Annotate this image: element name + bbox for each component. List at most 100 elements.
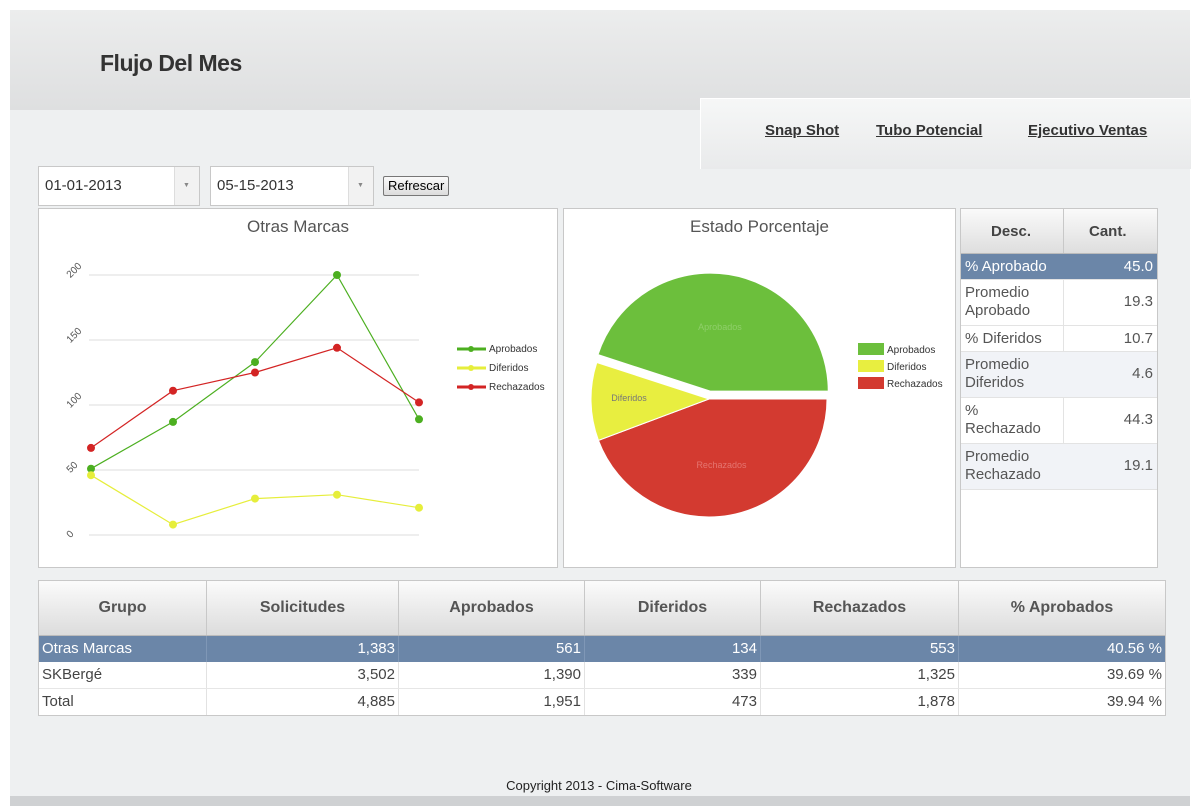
start-date-value: 01-01-2013 [45, 177, 122, 194]
data-point [169, 386, 177, 395]
summary-desc: Promedio Aprobado [965, 284, 1031, 319]
cell-grupo: Otras Marcas [39, 636, 207, 662]
legend-marker [468, 365, 474, 371]
refresh-button[interactable]: Refrescar [383, 176, 450, 196]
table-row[interactable]: SKBergé 3,502 1,390 339 1,325 39.69 % [39, 662, 1165, 688]
cell-solicitudes: 4,885 [207, 689, 399, 715]
grid-header-aprobados[interactable]: Aprobados [399, 581, 585, 635]
page-title: Flujo Del Mes [100, 50, 242, 76]
data-point [251, 358, 259, 367]
cell-rechazados: 1,325 [761, 662, 959, 688]
nav-link-snap-shot[interactable]: Snap Shot [765, 122, 839, 139]
cell-grupo: Total [39, 689, 207, 715]
cell-pct-aprobados: 40.56 % [1106, 640, 1162, 657]
cell-pct-aprobados: 39.69 % [1106, 666, 1162, 683]
summary-row[interactable]: % Diferidos 10.7 [961, 326, 1157, 352]
y-tick-label: 100 [65, 391, 85, 411]
bottom-bar [10, 796, 1190, 806]
summary-cant: 45.0 [1123, 258, 1153, 275]
start-date-dropdown[interactable]: ▼ [174, 167, 199, 205]
legend-swatch [858, 343, 884, 355]
legend-label: Diferidos [887, 362, 926, 373]
chevron-down-icon: ▼ [357, 182, 364, 189]
summary-row[interactable]: % Rechazado 44.3 [961, 398, 1157, 444]
header: Flujo Del Mes [10, 10, 1190, 110]
cell-aprobados: 1,951 [399, 689, 585, 715]
legend-label: Aprobados [887, 345, 935, 356]
cell-rechazados: 553 [761, 636, 959, 662]
data-point [333, 271, 341, 279]
grid-header-diferidos[interactable]: Diferidos [585, 581, 761, 635]
legend-swatch [858, 360, 884, 372]
y-tick-label: 0 [65, 529, 77, 541]
nav-link-tubo-potencial[interactable]: Tubo Potencial [876, 122, 982, 139]
nav-link-ejecutivo-ventas[interactable]: Ejecutivo Ventas [1028, 122, 1147, 139]
legend-swatch [858, 377, 884, 389]
legend-label: Rechazados [489, 382, 545, 393]
cell-solicitudes: 1,383 [207, 636, 399, 662]
pie-label-aprobados: Aprobados [698, 322, 742, 332]
start-date-field[interactable]: 01-01-2013 ▼ [38, 166, 200, 206]
data-point [87, 471, 95, 480]
table-row[interactable]: Total 4,885 1,951 473 1,878 39.94 % [39, 688, 1165, 715]
cell-pct-aprobados: 39.94 % [1106, 693, 1162, 710]
column-separator [1063, 280, 1064, 325]
line-chart-panel: Otras Marcas 0 50 100 150 200 Aprobados Diferi… [38, 208, 558, 568]
summary-desc: % Rechazado [965, 402, 1041, 437]
legend-label: Aprobados [489, 344, 537, 355]
pie-chart-panel: Estado Porcentaje Aprobados Diferidos Rech… [563, 208, 956, 568]
summary-row[interactable]: Promedio Aprobado 19.3 [961, 280, 1157, 326]
data-point [251, 494, 259, 503]
header-separator [1063, 209, 1064, 253]
data-point [415, 503, 423, 512]
pie-label-rechazados: Rechazados [696, 460, 747, 470]
results-grid: Grupo Solicitudes Aprobados Diferidos Re… [38, 580, 1166, 716]
pie-chart: Aprobados Diferidos Rechazados Aprobados Dif… [590, 272, 943, 518]
cell-diferidos: 339 [585, 662, 761, 688]
end-date-dropdown[interactable]: ▼ [348, 167, 373, 205]
summary-row[interactable]: % Aprobado 45.0 [961, 254, 1157, 280]
grid-header-rechazados[interactable]: Rechazados [761, 581, 959, 635]
grid-header: Grupo Solicitudes Aprobados Diferidos Re… [39, 581, 1165, 636]
summary-row[interactable]: Promedio Diferidos 4.6 [961, 352, 1157, 398]
summary-cant: 19.1 [1123, 457, 1153, 474]
cell-diferidos: 473 [585, 689, 761, 715]
grid-header-pct-aprobados[interactable]: % Aprobados [959, 581, 1165, 635]
data-point [333, 490, 341, 499]
cell-aprobados: 1,390 [399, 662, 585, 688]
data-point [169, 417, 177, 426]
legend-marker [468, 384, 474, 390]
y-tick-label: 200 [65, 261, 85, 281]
legend-marker [468, 346, 474, 352]
table-row[interactable]: Otras Marcas 1,383 561 134 553 40.56 % [39, 636, 1165, 662]
cell-rechazados: 1,878 [761, 689, 959, 715]
cell-grupo: SKBergé [39, 662, 207, 688]
summary-table-header: Desc. Cant. [961, 209, 1157, 254]
summary-cant: 10.7 [1123, 330, 1153, 347]
end-date-field[interactable]: 05-15-2013 ▼ [210, 166, 374, 206]
end-date-value: 05-15-2013 [217, 177, 294, 194]
grid-header-solicitudes[interactable]: Solicitudes [207, 581, 399, 635]
data-point [415, 415, 423, 424]
summary-row[interactable]: Promedio Rechazado 19.1 [961, 444, 1157, 490]
summary-desc: Promedio Diferidos [965, 356, 1030, 391]
column-separator [1063, 326, 1064, 351]
y-tick-label: 50 [65, 460, 81, 476]
summary-desc: % Aprobado [965, 258, 1047, 275]
data-point [87, 443, 95, 452]
summary-cant: 19.3 [1123, 293, 1153, 310]
summary-desc: % Diferidos [965, 330, 1042, 347]
legend-label: Rechazados [887, 379, 943, 390]
summary-table: Desc. Cant. % Aprobado 45.0 Promedio Apr… [960, 208, 1158, 568]
legend-label: Diferidos [489, 363, 528, 374]
summary-cant: 4.6 [1132, 365, 1153, 382]
data-point [169, 520, 177, 529]
cell-solicitudes: 3,502 [207, 662, 399, 688]
summary-header-desc: Desc. [991, 223, 1032, 240]
grid-header-grupo[interactable]: Grupo [39, 581, 207, 635]
chevron-down-icon: ▼ [183, 182, 190, 189]
data-point [333, 343, 341, 352]
data-point [415, 398, 423, 407]
pie-slice-aprobados [597, 272, 829, 392]
y-tick-label: 150 [65, 326, 85, 346]
